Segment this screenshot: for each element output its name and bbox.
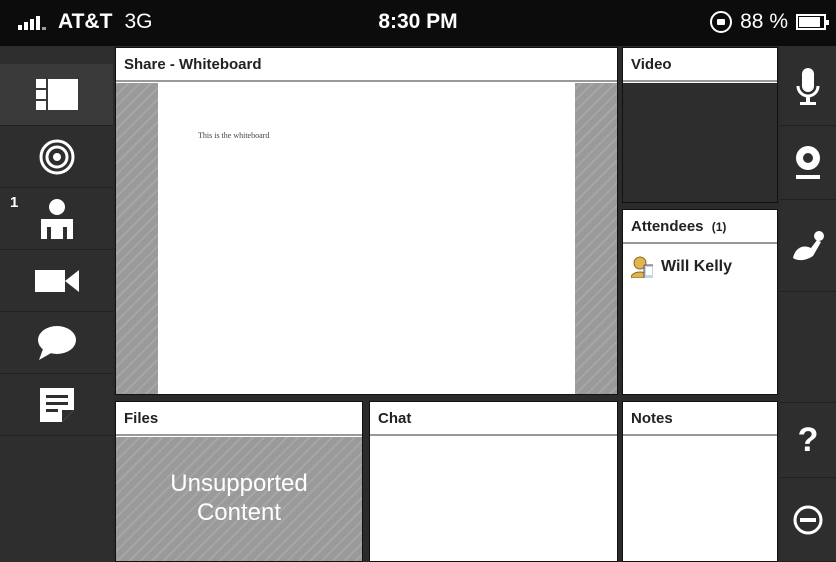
whiteboard-text: This is the whiteboard bbox=[198, 131, 270, 140]
webcam-button[interactable] bbox=[780, 126, 836, 200]
share-button[interactable] bbox=[0, 126, 113, 188]
attendee-host-icon bbox=[631, 256, 653, 278]
microphone-icon bbox=[796, 67, 820, 105]
help-icon: ? bbox=[797, 420, 819, 459]
chat-panel-title: Chat bbox=[370, 402, 617, 436]
right-sidebar: ? bbox=[780, 46, 836, 562]
chat-panel: Chat bbox=[369, 401, 618, 562]
raise-hand-button[interactable] bbox=[780, 200, 836, 292]
notes-icon bbox=[39, 387, 74, 422]
battery-icon bbox=[796, 14, 829, 30]
carrier-name: AT&T bbox=[58, 10, 113, 33]
help-button[interactable]: ? bbox=[780, 402, 836, 478]
files-panel: Files Unsupported Content bbox=[115, 401, 363, 562]
notes-panel: Notes bbox=[622, 401, 778, 562]
attendee-name: Will Kelly bbox=[661, 258, 732, 275]
raise-hand-icon bbox=[793, 230, 824, 260]
whiteboard-area[interactable]: This is the whiteboard bbox=[116, 83, 617, 394]
rotation-lock-icon bbox=[710, 11, 733, 33]
status-bar: AT&T 3G 8:30 PM 88 % bbox=[0, 0, 836, 46]
network-type: 3G bbox=[124, 10, 153, 33]
video-button[interactable] bbox=[0, 250, 113, 312]
battery-percent: 88 % bbox=[740, 10, 788, 33]
share-panel-title: Share - Whiteboard bbox=[116, 48, 617, 82]
microphone-button[interactable] bbox=[780, 50, 836, 126]
layout-button[interactable] bbox=[0, 64, 113, 126]
attendees-panel-title: Attendees (1) bbox=[623, 210, 777, 244]
notes-panel-title: Notes bbox=[623, 402, 777, 436]
attendee-count-badge: 1 bbox=[10, 194, 19, 211]
share-whiteboard-panel: Share - Whiteboard This is the whiteboar… bbox=[115, 47, 618, 395]
attendees-title: Attendees bbox=[631, 218, 704, 235]
signal-strength-icon bbox=[18, 14, 46, 30]
attendees-panel: Attendees (1) Will Kelly bbox=[622, 209, 778, 395]
video-camera-icon bbox=[34, 269, 79, 292]
leave-icon bbox=[793, 505, 823, 534]
unsupported-line-2: Content bbox=[196, 498, 282, 526]
attendee-item[interactable]: Will Kelly bbox=[623, 244, 777, 278]
webcam-icon bbox=[796, 145, 820, 179]
attendees-button[interactable]: 1 bbox=[0, 188, 113, 250]
video-panel: Video bbox=[622, 47, 778, 203]
video-panel-title: Video bbox=[623, 48, 777, 82]
left-sidebar: 1 bbox=[0, 46, 113, 562]
chat-log[interactable] bbox=[370, 437, 617, 561]
whiteboard-page[interactable]: This is the whiteboard bbox=[158, 83, 575, 394]
attendees-count: (1) bbox=[711, 220, 727, 234]
chat-button[interactable] bbox=[0, 312, 113, 374]
unsupported-line-1: Unsupported bbox=[170, 469, 308, 497]
notes-content[interactable] bbox=[623, 437, 777, 561]
leave-button[interactable] bbox=[780, 478, 836, 562]
target-icon bbox=[39, 139, 74, 174]
chat-bubble-icon bbox=[37, 325, 76, 360]
notes-button[interactable] bbox=[0, 374, 113, 436]
files-panel-title: Files bbox=[116, 402, 362, 436]
unsupported-content-message: Unsupported Content bbox=[116, 434, 362, 561]
attendee-icon bbox=[40, 198, 73, 239]
layout-icon bbox=[35, 78, 78, 110]
video-feed bbox=[623, 83, 777, 202]
